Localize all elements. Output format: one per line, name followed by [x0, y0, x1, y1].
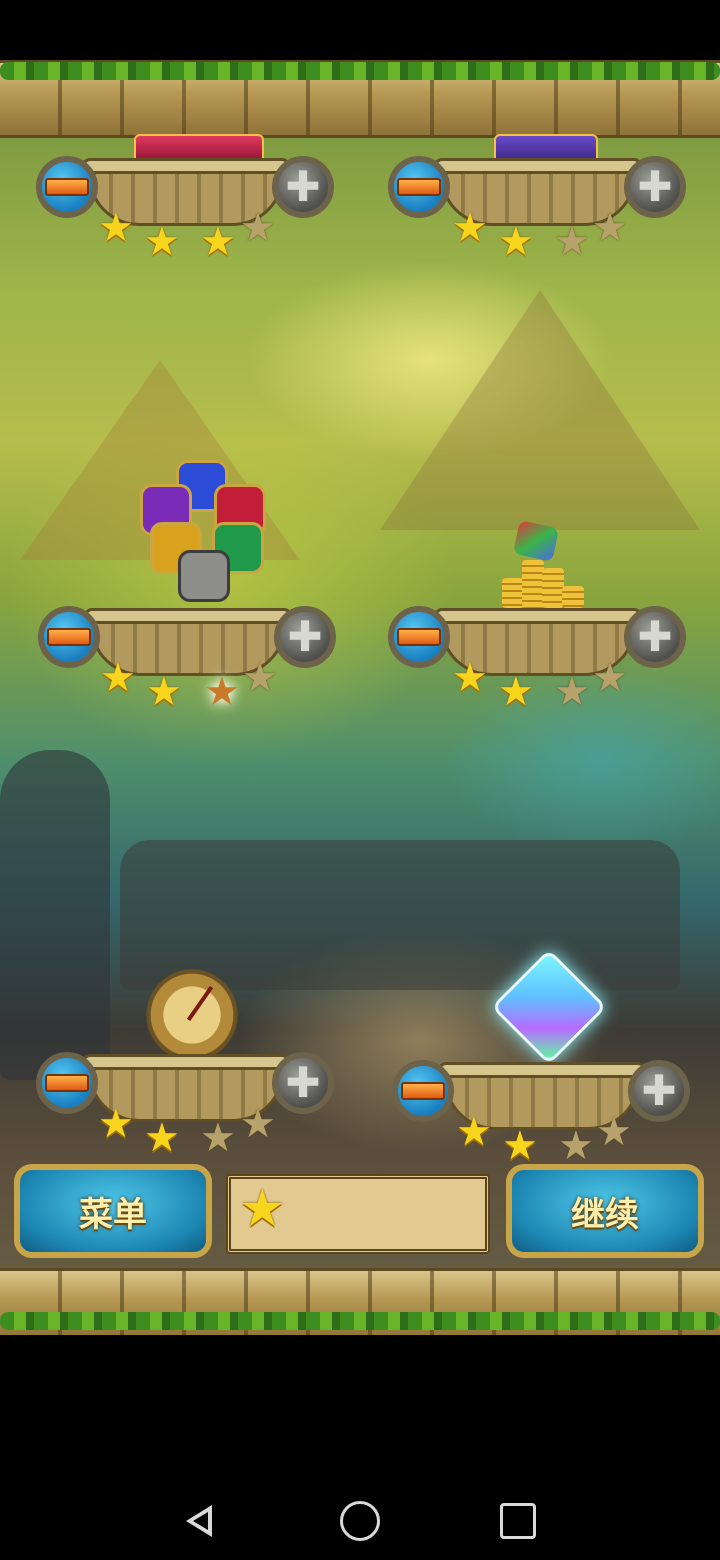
star-icon: ★ [498, 219, 534, 265]
pedestal-row2-right: ✚ ★ ★ ★ ★ [388, 606, 688, 726]
pedestal-row1-right: ✚ ★ ★ ★ ★ [388, 156, 688, 276]
background-ruin-pillar [0, 750, 110, 1080]
pedestal-rim [82, 1054, 290, 1070]
minus-button[interactable] [388, 156, 450, 218]
back-icon[interactable] [180, 1501, 220, 1541]
minus-icon [397, 628, 441, 646]
gems-on-coins [512, 520, 560, 562]
minus-button[interactable] [36, 156, 98, 218]
gem-cluster-item [140, 460, 270, 610]
minus-button[interactable] [392, 1060, 454, 1122]
bottom-vines [0, 1312, 720, 1330]
game-screen: ✚ ★ ★ ★ ★ ✚ ★ ★ ★ ★ ✚ ★ ★ ★ ★ ✚ ★ ★ ★ ★ … [0, 60, 720, 1335]
continue-button[interactable]: 继续 [506, 1164, 704, 1258]
star-total-panel: ★ [226, 1174, 490, 1254]
menu-button[interactable]: 菜单 [14, 1164, 212, 1258]
star-rating: ★ ★ ★ ★ [446, 205, 646, 262]
silver-gem [178, 550, 230, 602]
top-vines [0, 62, 720, 80]
star-icon: ★ [452, 205, 488, 251]
compass-item [142, 965, 242, 1065]
star-icon: ★ [146, 669, 182, 715]
minus-button[interactable] [36, 1052, 98, 1114]
coin-stack [502, 578, 524, 608]
coin-stack [562, 586, 584, 608]
coin-stack [522, 560, 544, 608]
home-icon[interactable] [340, 1501, 380, 1541]
pedestal-row1-left: ✚ ★ ★ ★ ★ [36, 156, 336, 276]
minus-icon [45, 178, 89, 196]
star-icon: ★ [592, 205, 628, 251]
background-mountain-right [380, 290, 700, 530]
star-icon: ★ [596, 1109, 632, 1155]
bottom-control-bar: 菜单 ★ 继续 [0, 1156, 720, 1268]
plus-icon: ✚ [287, 612, 323, 661]
star-icon: ★ [554, 669, 590, 715]
star-icon: ★ [200, 1115, 236, 1161]
pedestal-row3-left: ✚ ★ ★ ★ ★ [36, 1052, 336, 1172]
minus-icon [45, 1074, 89, 1092]
star-icon: ★ [240, 1101, 276, 1147]
star-icon: ★ [98, 1101, 134, 1147]
minus-button[interactable] [38, 606, 100, 668]
star-rating: ★ ★ ★ ★ [96, 655, 296, 712]
star-icon: ★ [592, 655, 628, 701]
pedestal-rim [82, 158, 290, 174]
minus-icon [47, 628, 91, 646]
star-rating: ★ ★ ★ ★ [450, 1109, 650, 1166]
star-icon: ★ [239, 1179, 286, 1239]
coins-item [500, 520, 584, 608]
star-icon: ★ [144, 1115, 180, 1161]
pedestal-row2-left: ✚ ★ ★ ★ ★ [38, 606, 338, 726]
star-icon: ★ [144, 219, 180, 265]
star-icon: ★ [100, 655, 136, 701]
minus-button[interactable] [388, 606, 450, 668]
pedestal-rim [438, 1062, 646, 1078]
pedestal-rim [84, 608, 292, 624]
star-icon: ★ [242, 655, 278, 701]
star-rating: ★ ★ ★ ★ [446, 655, 646, 712]
plus-icon: ✚ [637, 162, 673, 211]
pedestal-rim [434, 608, 642, 624]
star-icon: ★ [200, 219, 236, 265]
plus-icon: ✚ [285, 162, 321, 211]
star-icon: ★ [498, 669, 534, 715]
minus-icon [397, 178, 441, 196]
star-rating: ★ ★ ★ ★ [94, 1101, 294, 1158]
status-bar [0, 0, 720, 60]
minus-icon [401, 1082, 445, 1100]
plus-icon: ✚ [285, 1058, 321, 1107]
recents-icon[interactable] [500, 1503, 536, 1539]
plus-icon: ✚ [641, 1066, 677, 1115]
coin-stack [542, 568, 564, 608]
star-icon: ★ [452, 655, 488, 701]
pedestal-rim [434, 158, 642, 174]
compass-needle [186, 986, 214, 1022]
star-rating: ★ ★ ★ ★ [94, 205, 294, 262]
star-icon: ★ [554, 219, 590, 265]
system-nav-bar [0, 1335, 720, 1560]
star-icon: ★ [98, 205, 134, 251]
star-icon: ★ [456, 1109, 492, 1155]
plus-icon: ✚ [637, 612, 673, 661]
star-icon: ★ [240, 205, 276, 251]
star-icon: ★ [204, 669, 240, 715]
